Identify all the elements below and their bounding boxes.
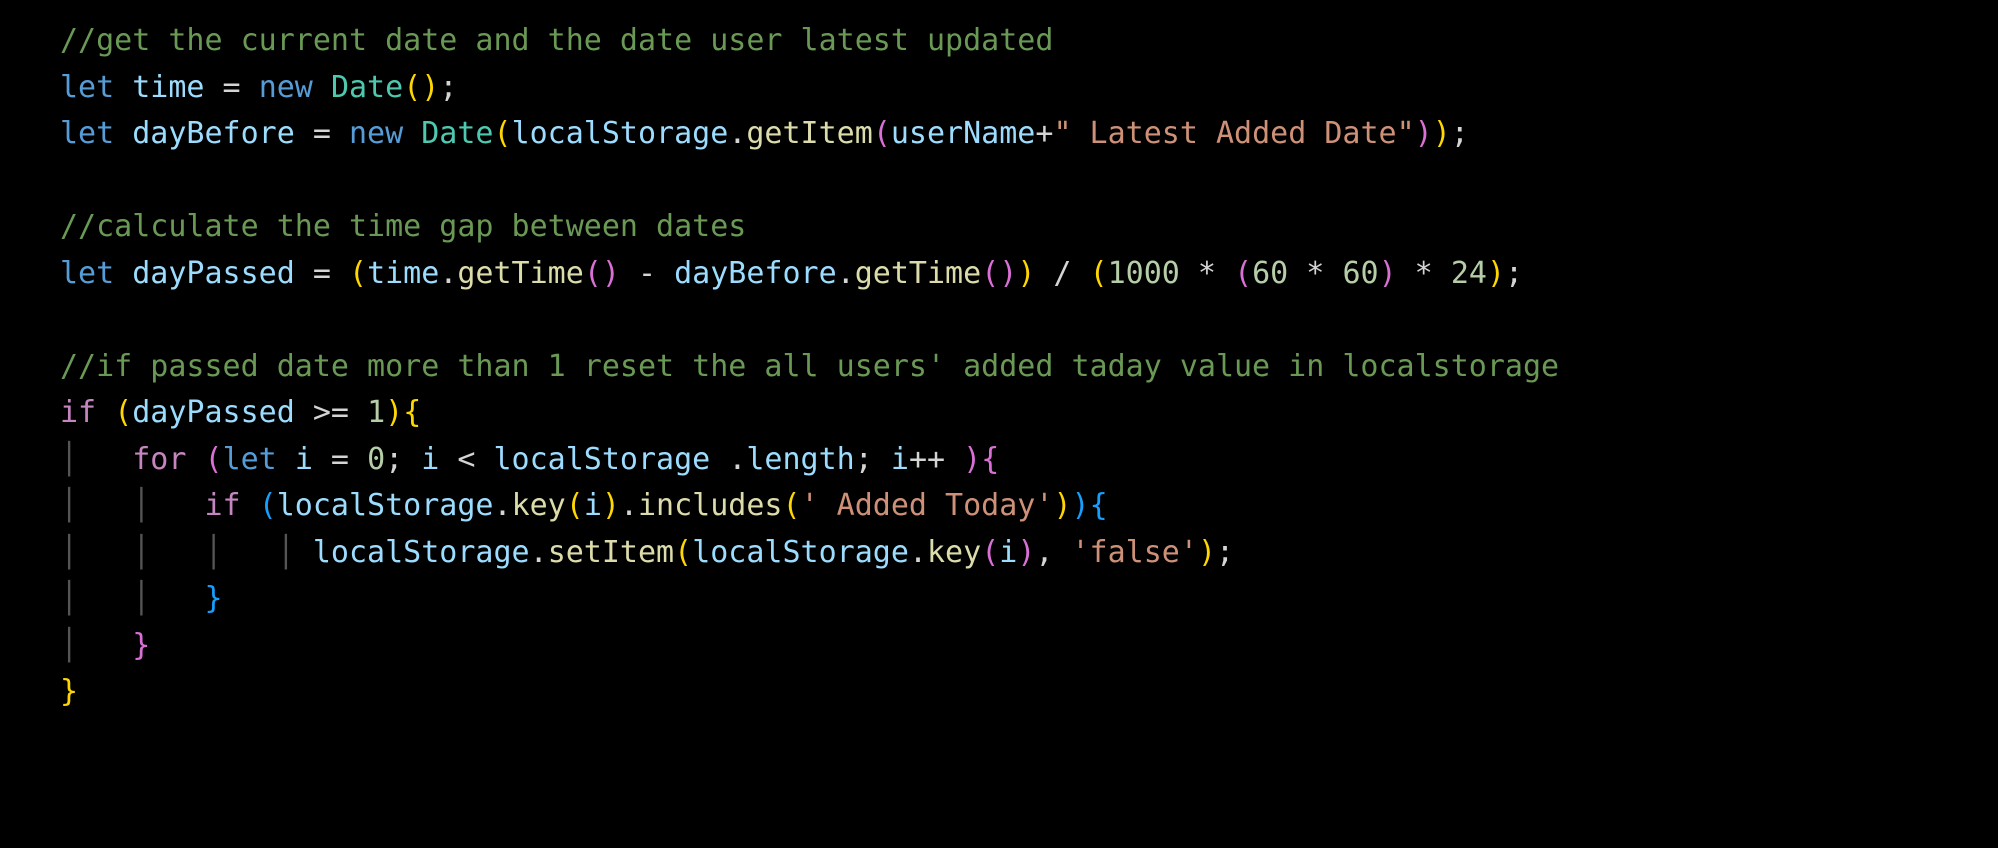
comment-line: //if passed date more than 1 reset the a… bbox=[60, 349, 1559, 384]
identifier: i bbox=[584, 488, 602, 523]
paren-open: ( bbox=[981, 535, 999, 570]
paren-close: ) bbox=[963, 442, 981, 477]
indent-guide: │ │ │ │ bbox=[60, 535, 313, 570]
function-call: getTime bbox=[855, 256, 981, 291]
identifier: localStorage bbox=[277, 488, 494, 523]
keyword-new: new bbox=[259, 70, 313, 105]
paren-open: ( bbox=[566, 488, 584, 523]
identifier: i bbox=[295, 442, 313, 477]
paren-close: ) bbox=[602, 256, 620, 291]
paren-open: ( bbox=[873, 116, 891, 151]
identifier: i bbox=[999, 535, 1017, 570]
indent-guide: │ bbox=[60, 628, 132, 663]
indent-guide: │ │ bbox=[60, 581, 205, 616]
code-editor-content[interactable]: //get the current date and the date user… bbox=[0, 0, 1998, 716]
paren-open: ( bbox=[403, 70, 421, 105]
identifier: i bbox=[891, 442, 909, 477]
paren-open: ( bbox=[205, 442, 223, 477]
number-literal: 1 bbox=[367, 395, 385, 430]
string-literal: " Latest Added Date" bbox=[1053, 116, 1414, 151]
paren-open: ( bbox=[584, 256, 602, 291]
identifier: localStorage bbox=[494, 442, 711, 477]
comment-line: //calculate the time gap between dates bbox=[60, 209, 746, 244]
paren-open: ( bbox=[1090, 256, 1108, 291]
identifier: userName bbox=[891, 116, 1036, 151]
paren-open: ( bbox=[783, 488, 801, 523]
paren-close: ) bbox=[1198, 535, 1216, 570]
paren-close: ) bbox=[602, 488, 620, 523]
string-literal: 'false' bbox=[1072, 535, 1198, 570]
paren-close: ) bbox=[1017, 256, 1035, 291]
class-name: Date bbox=[421, 116, 493, 151]
function-call: getItem bbox=[746, 116, 872, 151]
paren-close: ) bbox=[1487, 256, 1505, 291]
indent-guide: │ │ bbox=[60, 488, 205, 523]
keyword-if: if bbox=[205, 488, 241, 523]
keyword-for: for bbox=[132, 442, 186, 477]
paren-open: ( bbox=[349, 256, 367, 291]
identifier: i bbox=[421, 442, 439, 477]
keyword-if: if bbox=[60, 395, 96, 430]
brace-open: { bbox=[403, 395, 421, 430]
paren-open: ( bbox=[674, 535, 692, 570]
identifier: localStorage bbox=[512, 116, 729, 151]
indent-guide: │ bbox=[60, 442, 132, 477]
paren-open: ( bbox=[1234, 256, 1252, 291]
function-call: includes bbox=[638, 488, 783, 523]
paren-open: ( bbox=[114, 395, 132, 430]
string-literal: ' Added Today' bbox=[801, 488, 1054, 523]
paren-open: ( bbox=[981, 256, 999, 291]
keyword-let: let bbox=[60, 256, 114, 291]
paren-close: ) bbox=[421, 70, 439, 105]
identifier: localStorage bbox=[692, 535, 909, 570]
keyword-let: let bbox=[60, 70, 114, 105]
variable: dayPassed bbox=[132, 256, 295, 291]
class-name: Date bbox=[331, 70, 403, 105]
function-call: getTime bbox=[457, 256, 583, 291]
identifier: localStorage bbox=[313, 535, 530, 570]
number-literal: 24 bbox=[1451, 256, 1487, 291]
paren-close: ) bbox=[1017, 535, 1035, 570]
brace-close: } bbox=[132, 628, 150, 663]
brace-close: } bbox=[60, 674, 78, 709]
paren-close: ) bbox=[1415, 116, 1433, 151]
comment-line: //get the current date and the date user… bbox=[60, 23, 1053, 58]
function-call: key bbox=[512, 488, 566, 523]
paren-open: ( bbox=[259, 488, 277, 523]
keyword-let: let bbox=[223, 442, 277, 477]
brace-close: } bbox=[205, 581, 223, 616]
number-literal: 1000 bbox=[1108, 256, 1180, 291]
paren-close: ) bbox=[1379, 256, 1397, 291]
paren-close: ) bbox=[1433, 116, 1451, 151]
keyword-let: let bbox=[60, 116, 114, 151]
paren-close: ) bbox=[1053, 488, 1071, 523]
variable: dayBefore bbox=[132, 116, 295, 151]
paren-close: ) bbox=[999, 256, 1017, 291]
number-literal: 60 bbox=[1252, 256, 1288, 291]
paren-open: ( bbox=[494, 116, 512, 151]
identifier: time bbox=[367, 256, 439, 291]
paren-close: ) bbox=[1072, 488, 1090, 523]
identifier: dayBefore bbox=[674, 256, 837, 291]
variable: time bbox=[132, 70, 204, 105]
number-literal: 0 bbox=[367, 442, 385, 477]
function-call: setItem bbox=[548, 535, 674, 570]
paren-close: ) bbox=[385, 395, 403, 430]
function-call: key bbox=[927, 535, 981, 570]
brace-open: { bbox=[981, 442, 999, 477]
keyword-new: new bbox=[349, 116, 403, 151]
property: length bbox=[746, 442, 854, 477]
brace-open: { bbox=[1090, 488, 1108, 523]
identifier: dayPassed bbox=[132, 395, 295, 430]
number-literal: 60 bbox=[1342, 256, 1378, 291]
